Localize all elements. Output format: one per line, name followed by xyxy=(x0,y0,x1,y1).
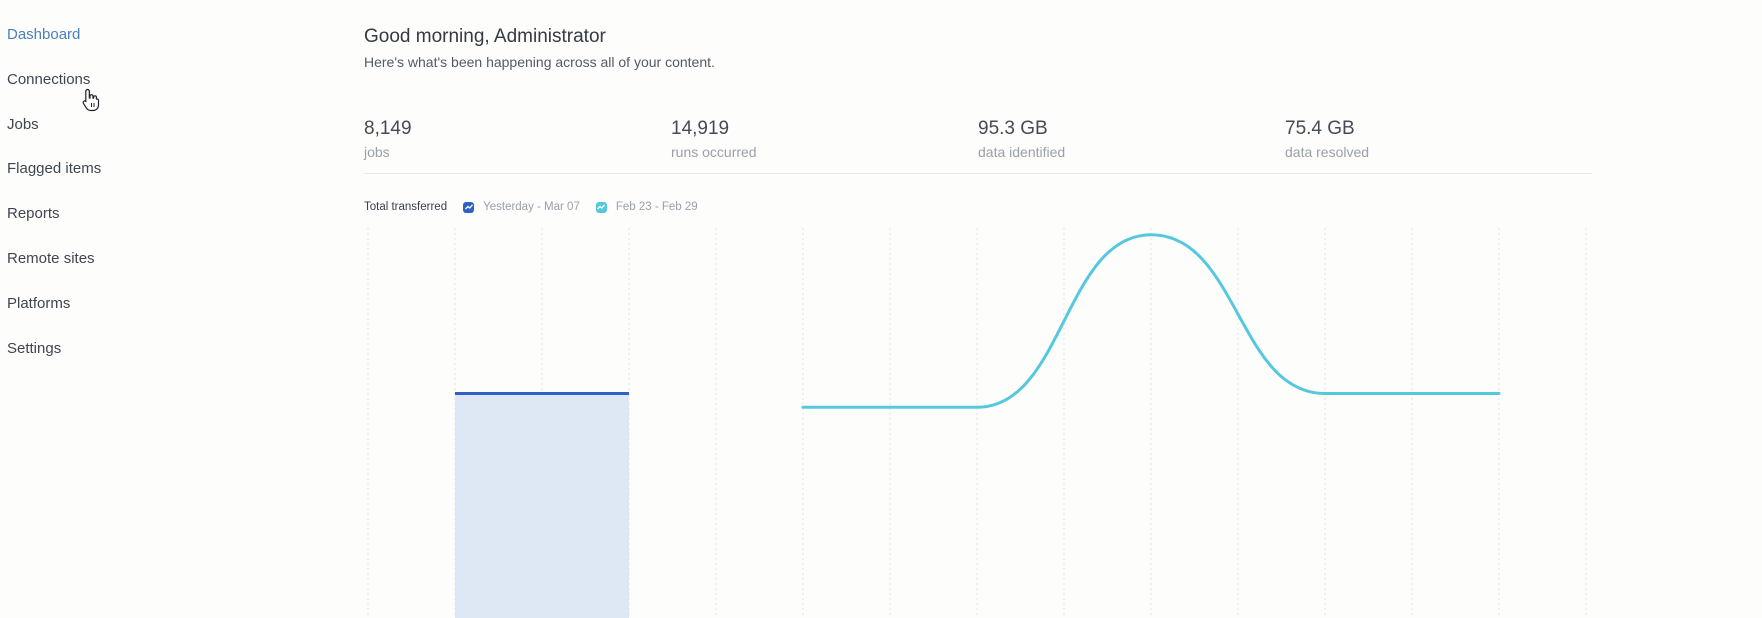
sidebar-item-settings[interactable]: Settings xyxy=(7,340,61,357)
sidebar-item-jobs[interactable]: Jobs xyxy=(7,116,39,133)
sidebar-item-connections[interactable]: Connections xyxy=(7,71,90,88)
sidebar-item-remote-sites[interactable]: Remote sites xyxy=(7,250,95,267)
series-line-previous xyxy=(801,233,1501,409)
stat-value: 14,919 xyxy=(671,118,730,139)
chart-legend: Total transferred Yesterday - Mar 07 Feb… xyxy=(364,201,714,213)
legend-label: Feb 23 - Feb 29 xyxy=(615,201,698,213)
legend-item-current[interactable]: Yesterday - Mar 07 xyxy=(463,201,580,213)
sidebar-item-flagged-items[interactable]: Flagged items xyxy=(7,160,101,177)
stat-value: 75.4 GB xyxy=(1285,118,1355,139)
trend-line-icon xyxy=(595,201,607,213)
stat-jobs: 8,149 jobs xyxy=(364,118,412,160)
sidebar: Dashboard Connections Jobs Flagged items… xyxy=(0,0,300,618)
transfer-chart xyxy=(367,228,1587,618)
stat-value: 8,149 xyxy=(364,118,412,139)
sidebar-item-platforms[interactable]: Platforms xyxy=(7,295,70,312)
series-area-current xyxy=(455,393,629,618)
stat-label: data resolved xyxy=(1285,144,1370,160)
dashboard-main: Good morning, Administrator Here's what'… xyxy=(364,0,1594,618)
hand-pointer-cursor-icon xyxy=(82,88,100,112)
stat-data-identified: 95.3 GB data identified xyxy=(978,118,1065,160)
stats-divider xyxy=(364,173,1592,174)
trend-line-icon xyxy=(463,201,475,213)
stat-label: runs occurred xyxy=(671,144,757,160)
legend-item-previous[interactable]: Feb 23 - Feb 29 xyxy=(595,201,698,213)
legend-label: Yesterday - Mar 07 xyxy=(483,201,580,213)
stat-runs: 14,919 runs occurred xyxy=(671,118,757,160)
stat-label: data identified xyxy=(978,144,1066,160)
stat-data-resolved: 75.4 GB data resolved xyxy=(1285,118,1369,160)
page-title: Good morning, Administrator xyxy=(364,26,606,47)
stat-value: 95.3 GB xyxy=(978,118,1048,139)
stat-label: jobs xyxy=(364,144,390,160)
page-subtitle: Here's what's been happening across all … xyxy=(364,54,715,70)
sidebar-item-dashboard[interactable]: Dashboard xyxy=(7,26,80,43)
sidebar-item-reports[interactable]: Reports xyxy=(7,205,60,222)
chart-title: Total transferred xyxy=(364,201,448,213)
